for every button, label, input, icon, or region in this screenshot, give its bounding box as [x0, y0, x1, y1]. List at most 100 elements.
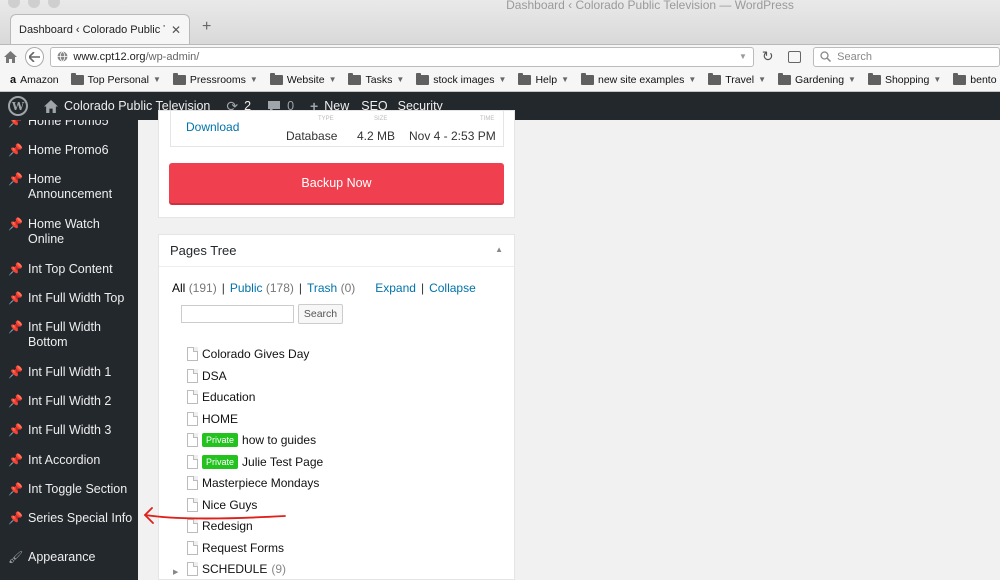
bookmarks-bar: a Amazon Top Personal ▼ Pressrooms ▼ Websi… [0, 68, 1000, 92]
chevron-down-icon: ▼ [758, 75, 766, 84]
tree-item-title: Education [202, 390, 256, 404]
browser-search-box[interactable]: Search [813, 46, 1000, 67]
sidebar-item-int-accordion[interactable]: 📌 Int Accordion [0, 453, 138, 468]
tree-item[interactable]: Private how to guides [187, 433, 316, 447]
sidebar-item-home-promo5[interactable]: 📌 Home Promo5 [0, 120, 138, 129]
tree-item[interactable]: HOME [187, 412, 238, 426]
pin-icon: 📌 [8, 262, 23, 276]
back-button[interactable] [25, 46, 45, 67]
sidebar-item-appearance[interactable]: 🖌 Appearance [0, 550, 138, 565]
collapse-toggle-icon[interactable]: ▲ [495, 245, 503, 254]
folder-icon [867, 72, 881, 85]
sidebar-item-label: Int Full Width Top [28, 291, 125, 305]
bookmark-folder-travel[interactable]: Travel ▼ [708, 72, 766, 86]
chevron-down-icon: ▼ [848, 75, 856, 84]
sidebar-item-int-full-width-top[interactable]: 📌 Int Full Width Top [0, 291, 138, 306]
pin-icon: 📌 [8, 482, 23, 496]
dropdown-arrow-icon[interactable]: ▼ [739, 52, 747, 61]
url-bar[interactable]: www.cpt12.org /wp-admin/ ▼ [50, 46, 754, 67]
reload-icon[interactable]: ↻ [762, 48, 774, 65]
page-icon [187, 390, 198, 404]
tree-item-title: Request Forms [202, 541, 285, 555]
tree-item[interactable]: Colorado Gives Day [187, 347, 309, 361]
backup-now-button[interactable]: Backup Now [169, 163, 504, 203]
bookmark-folder-pressrooms[interactable]: Pressrooms ▼ [172, 72, 258, 86]
sidebar-item-int-top-content[interactable]: 📌 Int Top Content [0, 262, 138, 277]
bookmark-folder-new-site-examples[interactable]: new site examples ▼ [580, 72, 696, 86]
sidebar-item-label: Home Announcement [28, 172, 113, 201]
filter-public[interactable]: Public [230, 281, 263, 295]
collapse-link[interactable]: Collapse [429, 281, 476, 295]
tree-item[interactable]: Private Julie Test Page [187, 455, 323, 469]
sidebar-item-home-announcement[interactable]: 📌 Home Announcement [0, 172, 138, 202]
folder-icon [416, 72, 430, 85]
folder-icon [172, 72, 186, 85]
chevron-down-icon: ▼ [561, 75, 569, 84]
pin-icon: 📌 [8, 217, 23, 231]
bookmark-folder-bento[interactable]: bento▼ [953, 72, 1000, 86]
sidebar-item-label: Int Full Width Bottom [28, 320, 101, 349]
sidebar-item-label: Int Full Width 1 [28, 365, 112, 379]
browser-tab[interactable]: Dashboard ‹ Colorado Public T... ✕ [10, 14, 190, 44]
filter-separator: | [221, 281, 225, 295]
tree-item[interactable]: DSA [187, 369, 227, 383]
home-button[interactable] [0, 46, 21, 68]
red-annotation-arrow [143, 507, 286, 524]
search-icon [820, 51, 832, 62]
bookmark-folder-website[interactable]: Website ▼ [269, 72, 336, 86]
sidebar-item-series-special-info[interactable]: 📌 Series Special Info [0, 511, 138, 526]
tree-item-title: Colorado Gives Day [202, 347, 310, 361]
tree-item[interactable]: Education [187, 390, 255, 404]
bookmark-folder-stock-images[interactable]: stock images ▼ [416, 72, 507, 86]
pages-search-button[interactable]: Search [298, 304, 343, 324]
download-backup-link[interactable]: Download [186, 120, 239, 134]
filter-all[interactable]: All [172, 281, 185, 295]
tree-item[interactable]: Request Forms [187, 541, 284, 555]
bookmark-folder-tasks[interactable]: Tasks ▼ [348, 72, 404, 86]
pin-icon: 📌 [8, 172, 23, 186]
pages-search-input[interactable] [181, 305, 294, 323]
folder-icon [518, 72, 532, 85]
sidebar-item-home-promo6[interactable]: 📌 Home Promo6 [0, 143, 138, 158]
filter-trash[interactable]: Trash [307, 281, 337, 295]
bookmark-amazon[interactable]: a Amazon [10, 74, 59, 86]
sidebar-item-label: Int Accordion [28, 453, 101, 467]
bookmark-folder-shopping[interactable]: Shopping ▼ [867, 72, 941, 86]
sidebar-item-label: Int Full Width 2 [28, 394, 112, 408]
expand-link[interactable]: Expand [375, 281, 416, 295]
tree-item-title: HOME [202, 412, 238, 426]
sidebar-item-int-full-width-1[interactable]: 📌 Int Full Width 1 [0, 365, 138, 380]
pages-tree-header[interactable]: Pages Tree ▲ [159, 235, 514, 267]
bookmark-label: bento [970, 73, 997, 86]
tab-close-icon[interactable]: ✕ [171, 23, 181, 37]
tree-item-title: SCHEDULE [202, 562, 268, 576]
page-icon [187, 562, 198, 576]
pin-icon: 📌 [8, 320, 23, 334]
wp-logo-menu[interactable]: W [0, 92, 36, 120]
new-tab-button[interactable]: + [202, 18, 211, 36]
tree-item[interactable]: Masterpiece Mondays [187, 476, 319, 490]
reader-view-icon[interactable] [787, 50, 802, 63]
size-column-header: SIZE [374, 116, 388, 122]
sidebar-item-int-toggle-section[interactable]: 📌 Int Toggle Section [0, 482, 138, 497]
sidebar-item-int-full-width-2[interactable]: 📌 Int Full Width 2 [0, 394, 138, 409]
sidebar-item-int-full-width-3[interactable]: 📌 Int Full Width 3 [0, 423, 138, 438]
expand-arrow-icon[interactable]: ▶ [173, 568, 178, 576]
sidebar-item-int-full-width-bottom[interactable]: 📌 Int Full Width Bottom [0, 320, 138, 350]
chevron-down-icon: ▼ [498, 75, 507, 84]
bookmark-folder-gardening[interactable]: Gardening ▼ [778, 72, 856, 86]
filter-separator: | [420, 281, 425, 295]
folder-icon [348, 72, 362, 85]
folder-icon [778, 72, 791, 85]
home-icon [4, 50, 18, 63]
bookmark-folder-help[interactable]: Help ▼ [518, 72, 569, 86]
browser-search-placeholder: Search [837, 50, 872, 63]
wordpress-logo-icon: W [8, 96, 28, 116]
tree-item-title: Julie Test Page [242, 455, 324, 469]
sidebar-item-label: Int Top Content [28, 262, 113, 276]
page-icon [187, 347, 198, 361]
sidebar-item-home-watch-online[interactable]: 📌 Home Watch Online [0, 217, 138, 247]
private-badge: Private [202, 455, 239, 469]
bookmark-folder-top-personal[interactable]: Top Personal ▼ [70, 72, 161, 86]
tree-item[interactable]: SCHEDULE (9) [187, 562, 286, 576]
